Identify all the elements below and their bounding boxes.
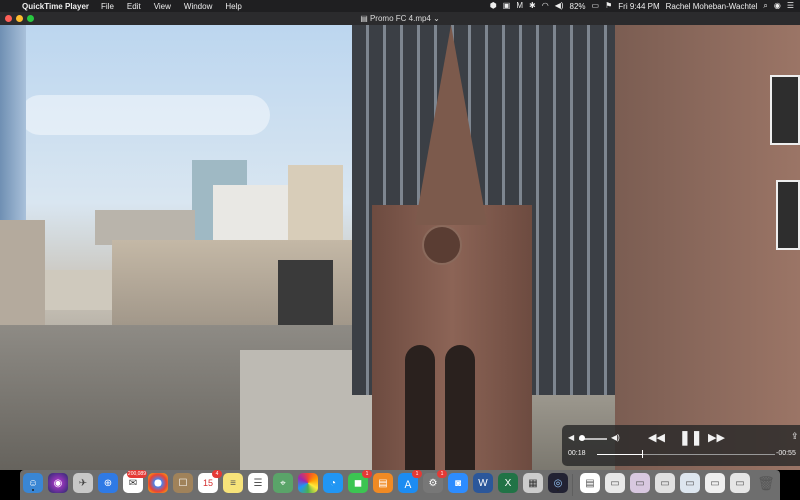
mail-icon[interactable]: ✉ 200,089 [123, 470, 147, 493]
bluetooth-icon[interactable]: ✱ [529, 0, 536, 12]
notification-icon[interactable]: ▣ [503, 0, 511, 12]
preferences-badge: 1 [437, 470, 447, 478]
trash-icon[interactable]: 🗑 [756, 473, 776, 493]
facetime-icon[interactable]: ◼ 1 [348, 470, 372, 493]
menu-view[interactable]: View [154, 2, 171, 11]
window-title-bar: ▤ Promo FC 4.mp4 ⌄ [0, 12, 800, 25]
window-thumbnail-icon[interactable]: ▭ [630, 473, 650, 493]
window-title-text: Promo FC 4.mp4 [369, 14, 431, 23]
volume-mute-icon[interactable]: ◀ [568, 433, 574, 442]
share-icon[interactable]: ⇪ [791, 431, 799, 442]
books-icon[interactable]: ▤ [373, 473, 393, 493]
volume-icon[interactable]: ◀) [555, 0, 564, 12]
building-window [770, 75, 800, 145]
menu-edit[interactable]: Edit [127, 2, 141, 11]
calendar-icon[interactable]: 15 4 [198, 470, 222, 493]
spotlight-search-icon[interactable]: ⌕ [763, 0, 767, 12]
church-spire [415, 25, 487, 225]
volume-slider-handle[interactable] [578, 435, 585, 441]
church-rose-window [422, 225, 462, 265]
zoom-icon[interactable]: ◙ [448, 473, 468, 493]
excel-icon[interactable]: X [498, 473, 518, 493]
remaining-time: -00:55 [776, 450, 796, 457]
window-thumbnail-icon[interactable]: ▭ [680, 473, 700, 493]
menu-user[interactable]: Rachel Moheban-Wachtel [666, 2, 758, 11]
church-arch-window [405, 345, 435, 470]
word-icon[interactable]: W [473, 473, 493, 493]
siri-dock-icon[interactable]: ◉ [48, 473, 68, 493]
system-preferences-icon[interactable]: ⚙ 1 [423, 470, 447, 493]
menu-clock[interactable]: Fri 9:44 PM [618, 2, 659, 11]
malwarebytes-icon[interactable]: M [516, 0, 523, 12]
video-file-icon: ▤ [360, 14, 370, 23]
menu-bar: QuickTime Player File Edit View Window H… [0, 0, 800, 12]
building-window [776, 180, 800, 250]
fast-forward-button[interactable]: ▶▶ [708, 431, 725, 444]
dock-separator [572, 474, 573, 496]
battery-icon[interactable]: ▭ [592, 0, 600, 12]
timeline-playhead[interactable] [641, 450, 643, 458]
launchpad-icon[interactable]: ✈ [73, 473, 93, 493]
flag-icon[interactable]: ⚑ [605, 0, 612, 12]
playback-controls: ◀ ◀) ◀◀ ❚❚ ▶▶ ⇪ 00:18 -00:55 [562, 425, 800, 466]
window-title: ▤ Promo FC 4.mp4 ⌄ [0, 12, 800, 25]
messages-blue-icon[interactable]: ◔ [323, 473, 343, 493]
document-thumbnail-icon[interactable]: ▤ [580, 473, 600, 493]
video-frame[interactable] [0, 25, 800, 470]
window-thumbnail-icon[interactable]: ▭ [730, 473, 750, 493]
distant-building [213, 185, 293, 245]
photos-icon[interactable] [298, 473, 318, 493]
chrome-icon[interactable] [148, 473, 168, 493]
siri-icon[interactable]: ◉ [774, 0, 781, 12]
quicktime-icon[interactable]: ◎ [548, 473, 568, 493]
menu-file[interactable]: File [101, 2, 114, 11]
church-arch-window [445, 345, 475, 470]
menu-app-name[interactable]: QuickTime Player [22, 2, 89, 11]
calendar-badge: 4 [212, 470, 222, 478]
elapsed-time: 00:18 [568, 450, 586, 457]
volume-max-icon[interactable]: ◀) [611, 433, 620, 442]
notes-icon[interactable]: ≡ [223, 473, 243, 493]
battery-percent[interactable]: 82% [570, 2, 586, 11]
maps-icon[interactable]: ⌖ [273, 473, 293, 493]
wifi-icon[interactable]: ◠ [542, 0, 549, 12]
window-thumbnail-icon[interactable]: ▭ [605, 473, 625, 493]
building-window [278, 260, 333, 335]
timeline-progress [597, 454, 642, 455]
window-thumbnail-icon[interactable]: ▭ [655, 473, 675, 493]
calendar-date: 15 [202, 478, 213, 488]
contacts-icon[interactable]: ☐ [173, 473, 193, 493]
dropbox-icon[interactable]: ⬢ [490, 0, 497, 12]
pause-button[interactable]: ❚❚ [679, 429, 702, 446]
preview-icon[interactable]: ▦ [523, 473, 543, 493]
distant-building [288, 165, 343, 240]
finder-icon[interactable]: ☺ [23, 473, 43, 493]
app-store-badge: 1 [412, 470, 422, 478]
glass-tower [0, 25, 26, 220]
title-chevron-icon[interactable]: ⌄ [431, 14, 440, 23]
window-thumbnail-icon[interactable]: ▭ [705, 473, 725, 493]
app-store-icon[interactable]: Ａ1 [398, 470, 422, 493]
notification-center-icon[interactable]: ☰ [787, 0, 794, 12]
building [45, 270, 115, 310]
dock: ☺ ◉ ✈ ⊕ ✉ 200,089 ☐ 15 4 ≡ ☰ ⌖ ◔ ◼ 1 ▤ Ａ1 ⚙… [20, 470, 780, 500]
cloud [20, 95, 270, 135]
menu-help[interactable]: Help [225, 2, 241, 11]
menu-window[interactable]: Window [184, 2, 212, 11]
mail-badge: 200,089 [126, 470, 147, 478]
building [0, 220, 45, 340]
rewind-button[interactable]: ◀◀ [648, 431, 665, 444]
messages-badge: 1 [362, 470, 372, 478]
safari-icon[interactable]: ⊕ [98, 473, 118, 493]
reminders-icon[interactable]: ☰ [248, 473, 268, 493]
